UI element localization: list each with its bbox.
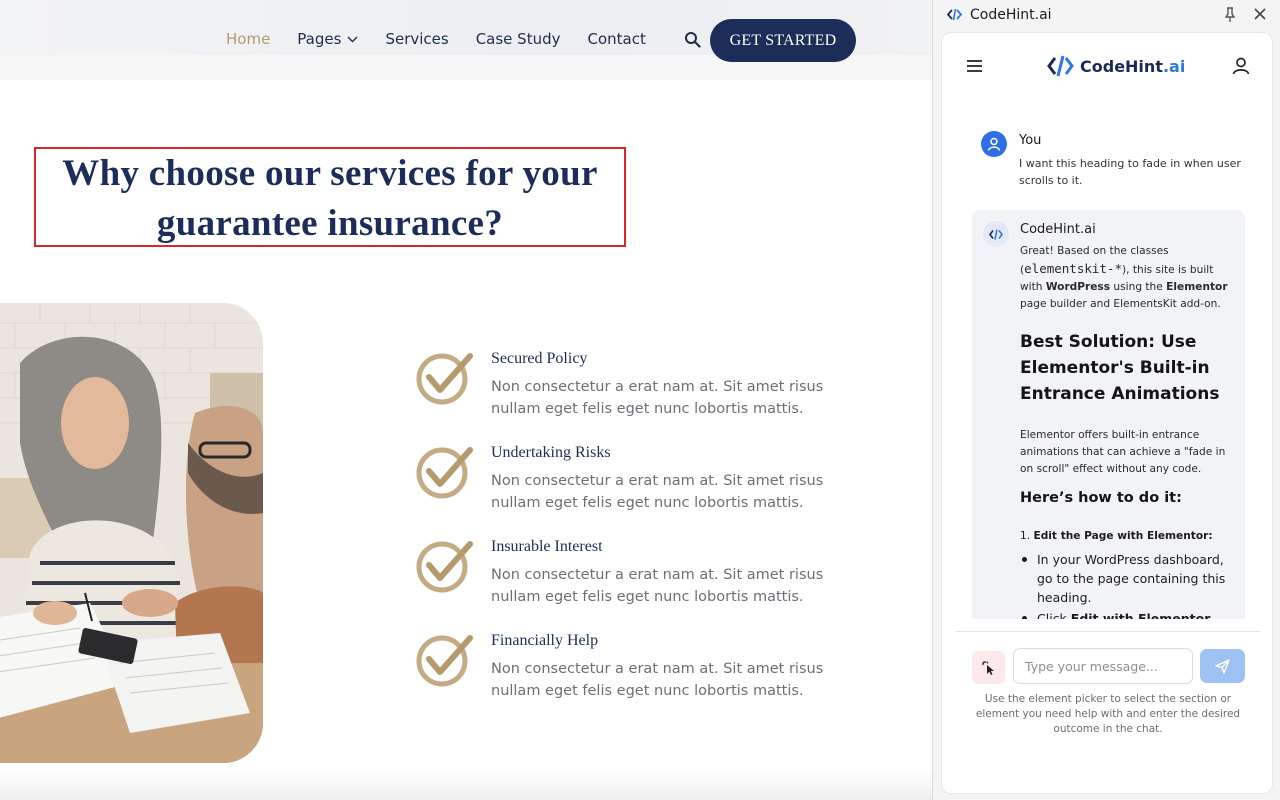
section-heading[interactable]: Why choose our services for your guarant… [36, 149, 624, 249]
bullet-suffix: . [1210, 611, 1215, 619]
feature-description: Non consectetur a erat nam at. Sit amet … [491, 661, 824, 699]
assistant-message-content: CodeHint.ai Great! Based on the classes … [1020, 222, 1238, 619]
assistant-step-list: In your WordPress dashboard, go to the p… [1020, 550, 1238, 619]
brand-logo: CodeHint.ai [1047, 55, 1185, 77]
codehint-logo-icon [947, 8, 962, 21]
codehint-logo-icon [1047, 55, 1074, 77]
site-header: Home Pages Services Case Study Contact G… [0, 0, 932, 80]
codehint-app: CodeHint.ai You I want this heading to f… [941, 32, 1273, 794]
inline-code: elementskit-* [1024, 261, 1122, 276]
assistant-message-author: CodeHint.ai [1020, 222, 1096, 237]
heading-line-2: guarantee insurance? [156, 203, 504, 244]
intro-bold-elementor: Elementor [1166, 281, 1228, 293]
search-button[interactable] [684, 31, 701, 48]
main-nav: Home Pages Services Case Study Contact [226, 30, 701, 48]
element-picker-button[interactable] [972, 651, 1005, 684]
step-title: Edit the Page with Elementor: [1033, 530, 1213, 542]
couple-paperwork-photo [0, 303, 263, 763]
codehint-logo-icon [989, 228, 1003, 240]
checkmark-icon [416, 635, 473, 687]
bullet-prefix: Click [1037, 611, 1067, 619]
intro-text-3: using the [1113, 281, 1163, 293]
chat-transcript[interactable]: You I want this heading to fade in when … [942, 123, 1272, 619]
bullet-bold: Edit with Elementor [1070, 611, 1211, 619]
codehint-side-panel: CodeHint.ai CodeHint.ai You I want this … [932, 0, 1280, 800]
intro-text-4: page builder and ElementsKit add-on. [1020, 298, 1221, 310]
intro-bold-wordpress: WordPress [1045, 281, 1111, 293]
feature-title: Insurable Interest [491, 538, 603, 555]
user-profile-icon[interactable] [1232, 57, 1250, 75]
nav-services[interactable]: Services [385, 30, 448, 48]
feature-title: Undertaking Risks [491, 444, 611, 461]
app-header: CodeHint.ai [942, 33, 1272, 101]
nav-home[interactable]: Home [226, 30, 270, 48]
brand-name-suffix: .ai [1162, 56, 1186, 76]
heading-line-1: Why choose our services for your [62, 153, 598, 194]
assistant-avatar [983, 221, 1009, 247]
pin-icon[interactable] [1223, 7, 1237, 23]
checkmark-icon [416, 447, 473, 499]
list-item: In your WordPress dashboard, go to the p… [1020, 550, 1238, 607]
step-number: 1. [1020, 530, 1031, 542]
panel-window-title: CodeHint.ai [970, 7, 1052, 23]
get-started-button[interactable]: GET STARTED [710, 19, 856, 62]
chevron-down-icon [347, 36, 358, 42]
nav-pages[interactable]: Pages [297, 30, 358, 48]
panel-titlebar: CodeHint.ai [933, 0, 1280, 30]
search-icon [684, 31, 701, 48]
nav-pages-label: Pages [297, 30, 342, 48]
assistant-paragraph: Elementor offers built-in entrance anima… [1020, 429, 1226, 475]
assistant-step: 1. Edit the Page with Elementor: [1020, 530, 1238, 542]
assistant-heading: Best Solution: Use Elementor's Built-in … [1020, 332, 1220, 404]
user-avatar [981, 131, 1007, 157]
hamburger-menu-icon[interactable] [966, 59, 983, 73]
brand-name-main: CodeHint [1080, 56, 1163, 76]
user-icon [987, 137, 1001, 151]
user-message-text: I want this heading to fade in when user… [1019, 157, 1241, 187]
feature-description: Non consectetur a erat nam at. Sit amet … [491, 567, 824, 605]
assistant-intro: Great! Based on the classes (elementskit… [1020, 243, 1238, 313]
website-viewport: Home Pages Services Case Study Contact G… [0, 0, 932, 800]
composer-divider [956, 631, 1260, 632]
checkmark-icon [416, 541, 473, 593]
nav-contact[interactable]: Contact [588, 30, 646, 48]
feature-description: Non consectetur a erat nam at. Sit amet … [491, 473, 824, 511]
user-message-author: You [1019, 133, 1042, 148]
list-item: Click Edit with Elementor. [1020, 609, 1238, 619]
feature-title: Secured Policy [491, 350, 588, 367]
cursor-click-icon [981, 660, 994, 675]
page-bottom-fade [0, 770, 932, 800]
message-input[interactable] [1013, 648, 1193, 684]
close-icon[interactable] [1253, 7, 1267, 21]
assistant-subheading: Here’s how to do it: [1020, 490, 1182, 506]
send-icon [1215, 658, 1230, 674]
nav-case-study[interactable]: Case Study [476, 30, 561, 48]
checkmark-icon [416, 353, 473, 405]
feature-title: Financially Help [491, 632, 599, 649]
brand-name: CodeHint.ai [1080, 57, 1185, 76]
assistant-message: CodeHint.ai Great! Based on the classes … [972, 210, 1245, 619]
picker-hint-text: Use the element picker to select the sec… [975, 693, 1241, 735]
feature-description: Non consectetur a erat nam at. Sit amet … [491, 379, 824, 417]
photo-illustration [0, 303, 263, 763]
send-button[interactable] [1200, 649, 1245, 683]
